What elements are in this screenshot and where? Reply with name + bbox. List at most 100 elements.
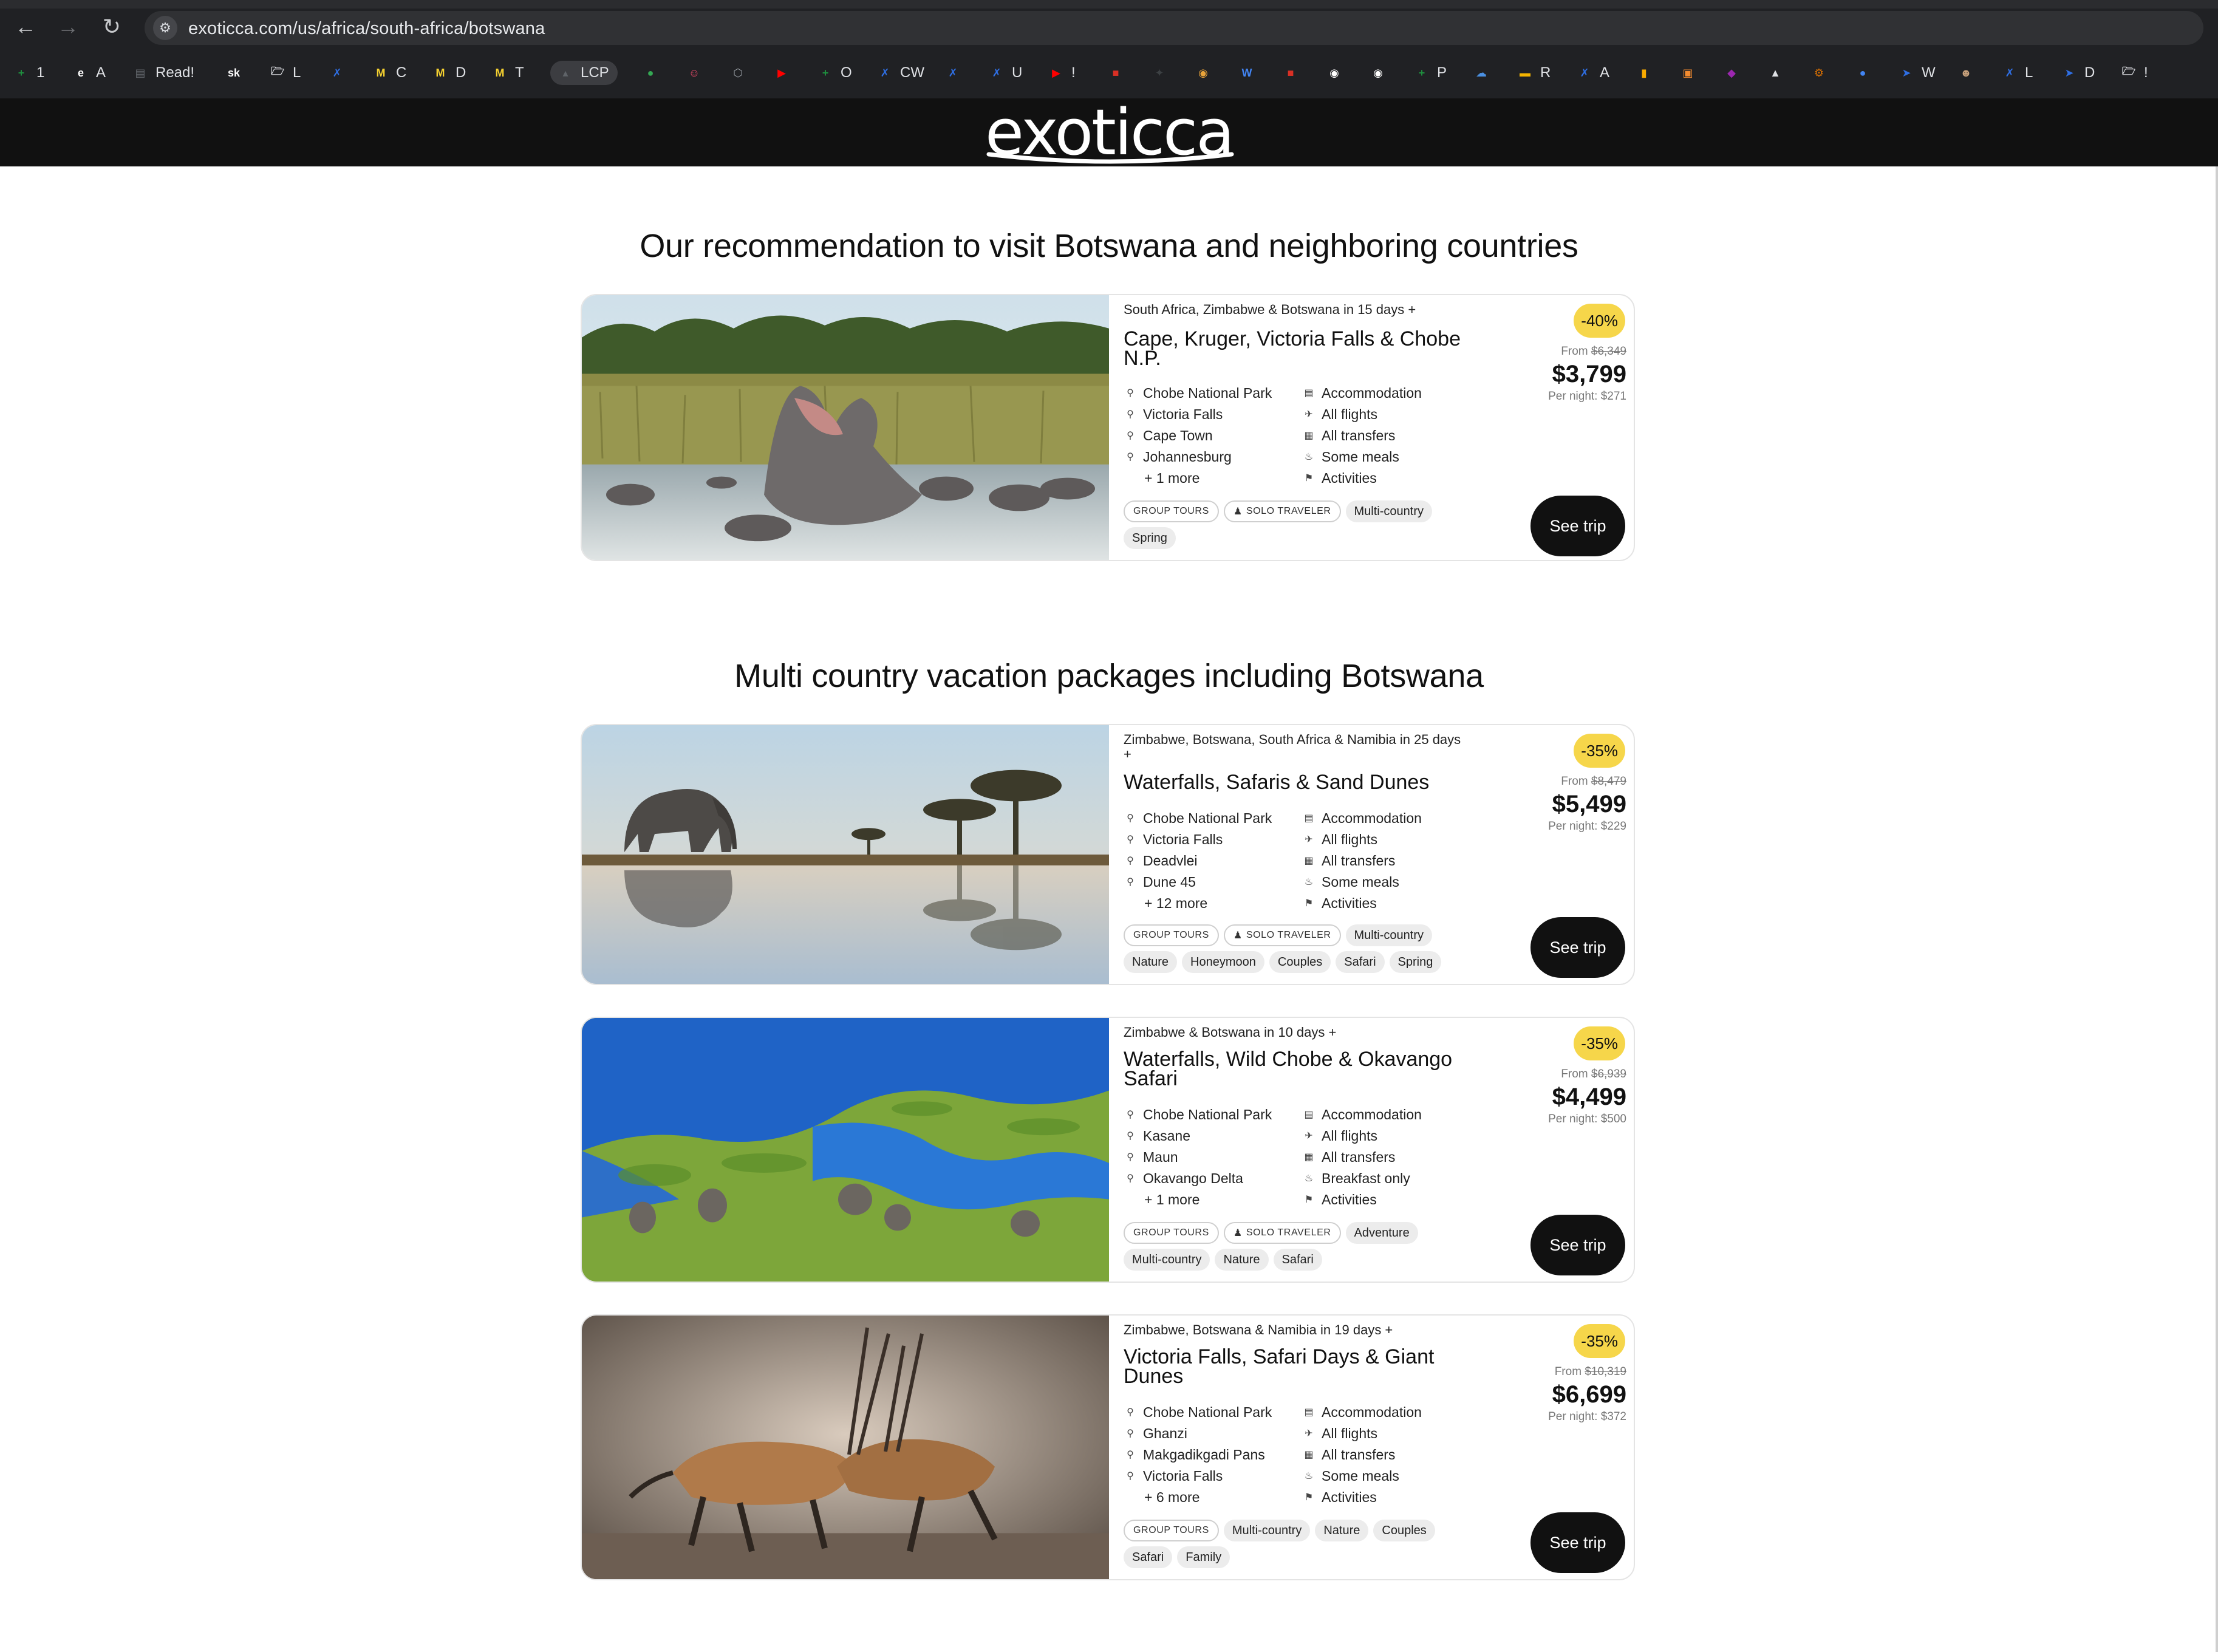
page-scrollbar[interactable] [2216,166,2218,1652]
bookmark-item[interactable]: +1 [12,61,45,85]
tag-chip[interactable]: GROUP TOURS [1124,1520,1219,1541]
trip-title[interactable]: Victoria Falls, Safari Days & Giant Dune… [1124,1347,1464,1387]
bookmark-item[interactable]: ⚙ [1810,61,1828,85]
bookmark-item[interactable]: ▤ Read! [131,61,194,85]
trip-route[interactable]: South Africa, Zimbabwe & Botswana in 15 … [1124,302,1464,317]
bookmark-item[interactable]: MT [491,61,524,85]
bookmark-item[interactable]: ▶! [1047,61,1076,85]
bookmark-item[interactable]: ⬡ [729,61,747,85]
bookmark-item[interactable]: ✗ U [988,61,1022,85]
bookmark-item[interactable]: ✦ [1150,61,1169,85]
trip-title[interactable]: Waterfalls, Wild Chobe & Okavango Safari [1124,1049,1464,1089]
bookmark-item[interactable]: ● [1854,61,1872,85]
tag-chip[interactable]: Multi-country [1345,500,1432,522]
tag-chip[interactable]: Nature [1315,1520,1369,1541]
discount-badge: -35% [1574,734,1625,768]
more-places-link[interactable]: + 6 more [1124,1487,1272,1508]
tag-chip[interactable]: Safari [1273,1249,1322,1271]
bookmark-item[interactable]: ☻ [1957,61,1975,85]
tag-chip[interactable]: Spring [1389,951,1442,973]
tag-chip[interactable]: ♟ SOLO TRAVELER [1223,924,1341,946]
bookmark-item[interactable]: W [1238,61,1256,85]
more-places-link[interactable]: + 1 more [1124,468,1272,489]
trip-card[interactable]: Zimbabwe, Botswana & Namibia in 19 days … [581,1314,1635,1580]
tag-chip[interactable]: Multi-country [1345,924,1432,946]
see-trip-button[interactable]: See trip [1530,917,1625,978]
bookmark-item[interactable]: ➤ D [2060,61,2095,85]
trip-photo[interactable] [582,725,1109,984]
tag-chip[interactable]: Nature [1124,951,1178,973]
trip-photo[interactable] [582,1316,1109,1579]
tag-chip[interactable]: Safari [1124,1546,1173,1568]
bookmark-item[interactable]: ▴ LCP [550,61,618,85]
bookmark-item[interactable]: ◆ [1722,61,1741,85]
bookmark-item[interactable]: ✗ [944,61,962,85]
more-places-link[interactable]: + 1 more [1124,1189,1272,1210]
bookmark-item[interactable]: ◉ [1325,61,1343,85]
trip-card[interactable]: Zimbabwe, Botswana, South Africa & Namib… [581,724,1635,985]
bookmark-item[interactable]: ✗ [328,61,346,85]
site-settings-icon[interactable]: ⚙ [153,16,177,40]
includes-list: ▤ Accommodation ✈ All flights ▦ All transfers… [1302,1402,1421,1508]
bookmark-item[interactable]: ▶ [773,61,791,85]
bookmark-item[interactable]: ■ [1281,61,1300,85]
tag-chip[interactable]: Couples [1269,951,1331,973]
tag-chip[interactable]: Multi-country [1223,1520,1311,1541]
bookmark-item[interactable]: ▲ [1766,61,1784,85]
tag-chip[interactable]: Spring [1124,527,1176,549]
bookmark-item[interactable]: ● [641,61,660,85]
forward-button[interactable]: → [55,13,81,40]
tag-chip[interactable]: GROUP TOURS [1124,924,1219,946]
trip-route[interactable]: Zimbabwe & Botswana in 10 days + [1124,1025,1464,1040]
bookmark-item[interactable]: sk [225,61,243,85]
trip-photo[interactable] [582,1018,1109,1282]
see-trip-button[interactable]: See trip [1530,1512,1625,1573]
see-trip-button[interactable]: See trip [1530,496,1625,556]
address-bar[interactable]: ⚙ exoticca.com/us/africa/south-africa/bo… [145,11,2203,45]
tag-chip[interactable]: Couples [1373,1520,1435,1541]
bookmark-item[interactable]: ■ [1107,61,1125,85]
trip-card[interactable]: South Africa, Zimbabwe & Botswana in 15 … [581,294,1635,561]
tag-chip[interactable]: ♟ SOLO TRAVELER [1223,1222,1341,1244]
more-places-link[interactable]: + 12 more [1124,893,1272,914]
tag-chip[interactable]: Family [1177,1546,1230,1568]
include-item: ▦ All transfers [1302,1147,1422,1168]
bookmark-item[interactable]: + P [1413,61,1447,85]
trip-title[interactable]: Waterfalls, Safaris & Sand Dunes [1124,772,1464,793]
tag-chip[interactable]: GROUP TOURS [1124,500,1219,522]
bookmark-item[interactable]: ☺ [685,61,703,85]
tag-chip[interactable]: ♟ SOLO TRAVELER [1223,500,1341,522]
trip-route[interactable]: Zimbabwe, Botswana & Namibia in 19 days … [1124,1323,1464,1337]
bookmark-item[interactable]: + O [816,61,852,85]
trip-route[interactable]: Zimbabwe, Botswana, South Africa & Namib… [1124,732,1464,762]
bookmark-item[interactable]: ▮ [1635,61,1653,85]
trip-title[interactable]: Cape, Kruger, Victoria Falls & Chobe N.P… [1124,329,1464,369]
reload-button[interactable]: ↻ [98,13,125,40]
tag-chip[interactable]: GROUP TOURS [1124,1222,1219,1244]
bookmark-item[interactable]: ▬ R [1516,61,1551,85]
bookmark-item[interactable]: MC [372,61,407,85]
tag-chip[interactable]: Nature [1215,1249,1269,1271]
bookmark-item[interactable]: ◉ [1194,61,1212,85]
bookmark-item[interactable]: eA [72,61,106,85]
bookmark-item[interactable]: ☁ [1472,61,1490,85]
bookmark-item[interactable]: ✗ L [2001,61,2033,85]
tag-chip[interactable]: Honeymoon [1182,951,1264,973]
bookmark-item[interactable]: 🗁 L [268,61,301,85]
bookmark-item[interactable]: ◉ [1369,61,1387,85]
tag-chip[interactable]: Adventure [1345,1222,1418,1244]
back-button[interactable]: ← [12,13,39,40]
bookmark-item[interactable]: ➤ W [1897,61,1936,85]
trip-photo[interactable] [582,295,1109,560]
bookmark-item[interactable]: ✗ A [1575,61,1609,85]
bookmark-item[interactable]: 🗁! [2120,61,2148,85]
bookmark-item[interactable]: ✗ CW [876,61,924,85]
bookmark-item[interactable]: MD [431,61,466,85]
confluence-icon: ✗ [332,66,342,79]
bookmark-label: W [1922,64,1936,81]
tag-chip[interactable]: Safari [1336,951,1385,973]
see-trip-button[interactable]: See trip [1530,1215,1625,1275]
bookmark-item[interactable]: ▣ [1679,61,1697,85]
tag-chip[interactable]: Multi-country [1124,1249,1210,1271]
trip-card[interactable]: Zimbabwe & Botswana in 10 days + Waterfal… [581,1017,1635,1283]
